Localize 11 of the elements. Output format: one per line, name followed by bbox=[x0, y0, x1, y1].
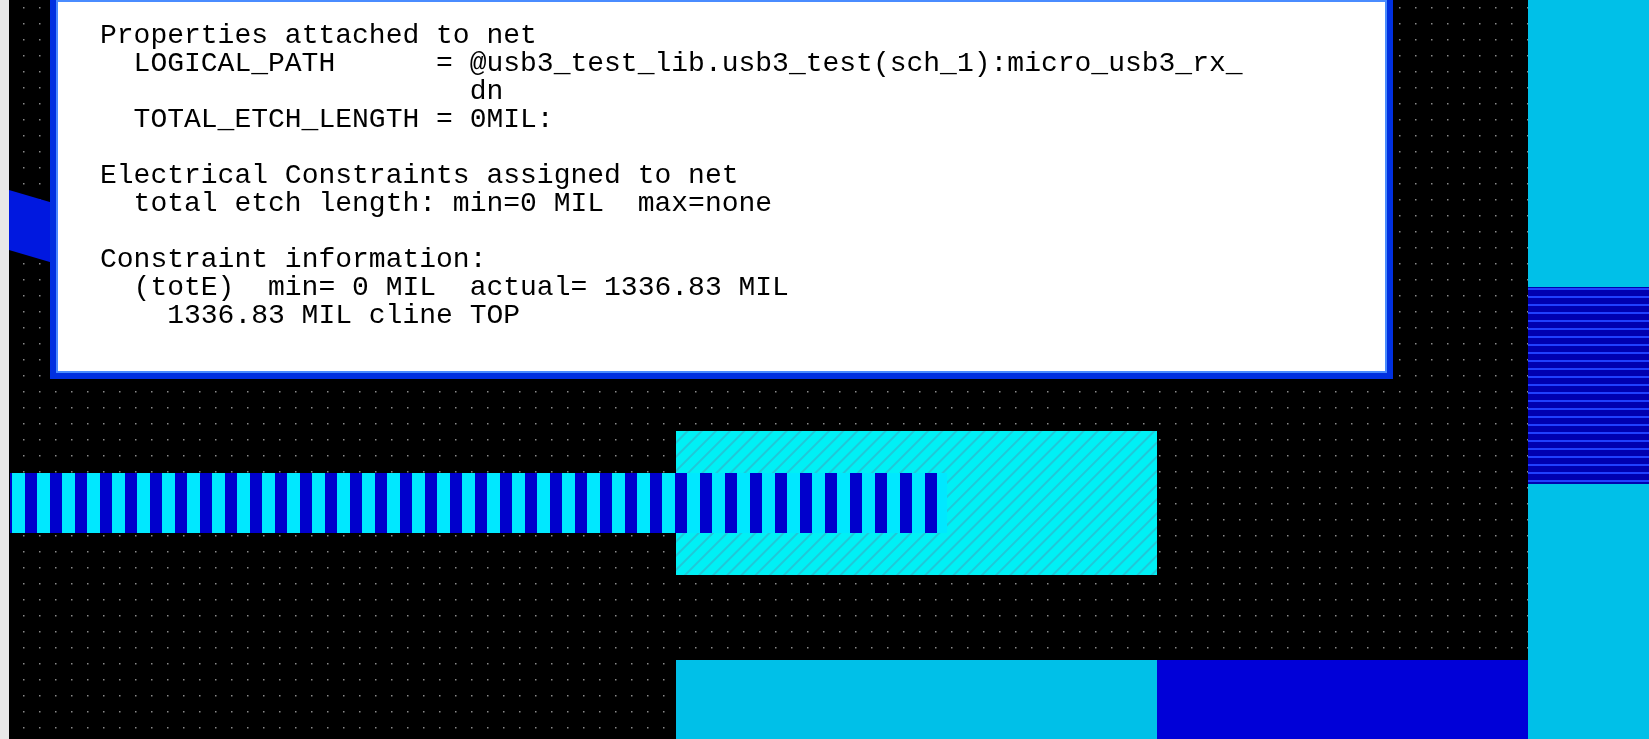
property-name: LOGICAL_PATH bbox=[133, 50, 337, 78]
info-line: 1336.83 MIL cline TOP bbox=[167, 302, 522, 330]
property-value-continuation: dn bbox=[468, 78, 504, 106]
info-line: (totE) min= 0 MIL actual= 1336.83 MIL bbox=[133, 274, 790, 302]
info-line: total etch length: min=0 MIL max=none bbox=[133, 190, 774, 218]
section-heading: Properties attached to net bbox=[100, 22, 538, 50]
property-value: = @usb3_test_lib.usb3_test(sch_1):micro_usb3_rx_ bbox=[436, 50, 1244, 78]
property-name: TOTAL_ETCH_LENGTH bbox=[133, 106, 421, 134]
section-heading: Electrical Constraints assigned to net bbox=[100, 162, 740, 190]
section-heading: Constraint information: bbox=[100, 246, 488, 274]
property-value: = 0MIL: bbox=[436, 106, 555, 134]
